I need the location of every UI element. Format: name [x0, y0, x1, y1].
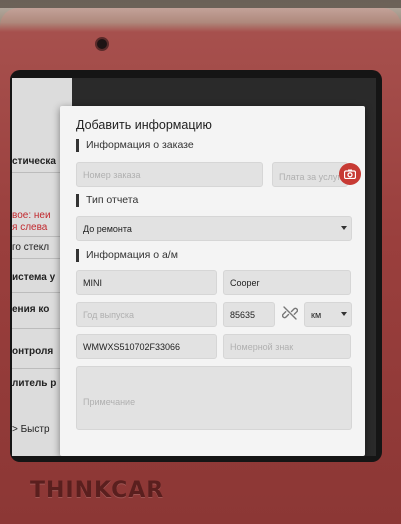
section-vehicle-info: Информация о а/м: [76, 249, 178, 262]
plate-field[interactable]: Номерной знак: [223, 334, 351, 359]
year-placeholder: Год выпуска: [83, 310, 134, 320]
mileage-unit-select[interactable]: км: [304, 302, 352, 327]
mileage-unit-value: км: [311, 310, 322, 320]
screen: стическа вое: неи я слева го стекл истем…: [12, 78, 376, 456]
report-type-select[interactable]: До ремонта: [76, 216, 352, 241]
section-report-type: Тип отчета: [76, 194, 138, 207]
model-value: Cooper: [230, 278, 260, 288]
order-number-placeholder: Номер заказа: [83, 170, 141, 180]
device-top-edge: [0, 8, 401, 32]
camera-button[interactable]: [339, 163, 361, 185]
front-camera: [95, 37, 109, 51]
dialog-title: Добавить информацию: [76, 118, 212, 132]
order-number-field[interactable]: Номер заказа: [76, 162, 263, 187]
camera-icon: [344, 169, 356, 179]
service-fee-field[interactable]: Плата за услуги: [272, 162, 348, 187]
mileage-field[interactable]: 85635: [223, 302, 275, 327]
section-order-info: Информация о заказе: [76, 139, 194, 152]
notes-placeholder: Примечание: [83, 397, 136, 407]
vin-value: WMWXS510702F33066: [83, 342, 181, 352]
chevron-down-icon: [341, 226, 347, 230]
year-field[interactable]: Год выпуска: [76, 302, 217, 327]
link-icon[interactable]: [282, 305, 298, 321]
make-value: MINI: [83, 278, 102, 288]
plate-placeholder: Номерной знак: [230, 342, 294, 352]
mileage-value: 85635: [230, 310, 256, 320]
model-field[interactable]: Cooper: [223, 270, 351, 295]
make-field[interactable]: MINI: [76, 270, 217, 295]
report-type-value: До ремонта: [83, 224, 132, 234]
device-brand-logo: THINKCAR: [30, 478, 165, 503]
add-info-dialog: Добавить информацию Информация о заказе …: [60, 106, 365, 456]
service-fee-placeholder: Плата за услуги: [279, 172, 346, 182]
vin-field[interactable]: WMWXS510702F33066: [76, 334, 217, 359]
chevron-down-icon: [341, 312, 347, 316]
notes-field[interactable]: Примечание: [76, 366, 352, 430]
